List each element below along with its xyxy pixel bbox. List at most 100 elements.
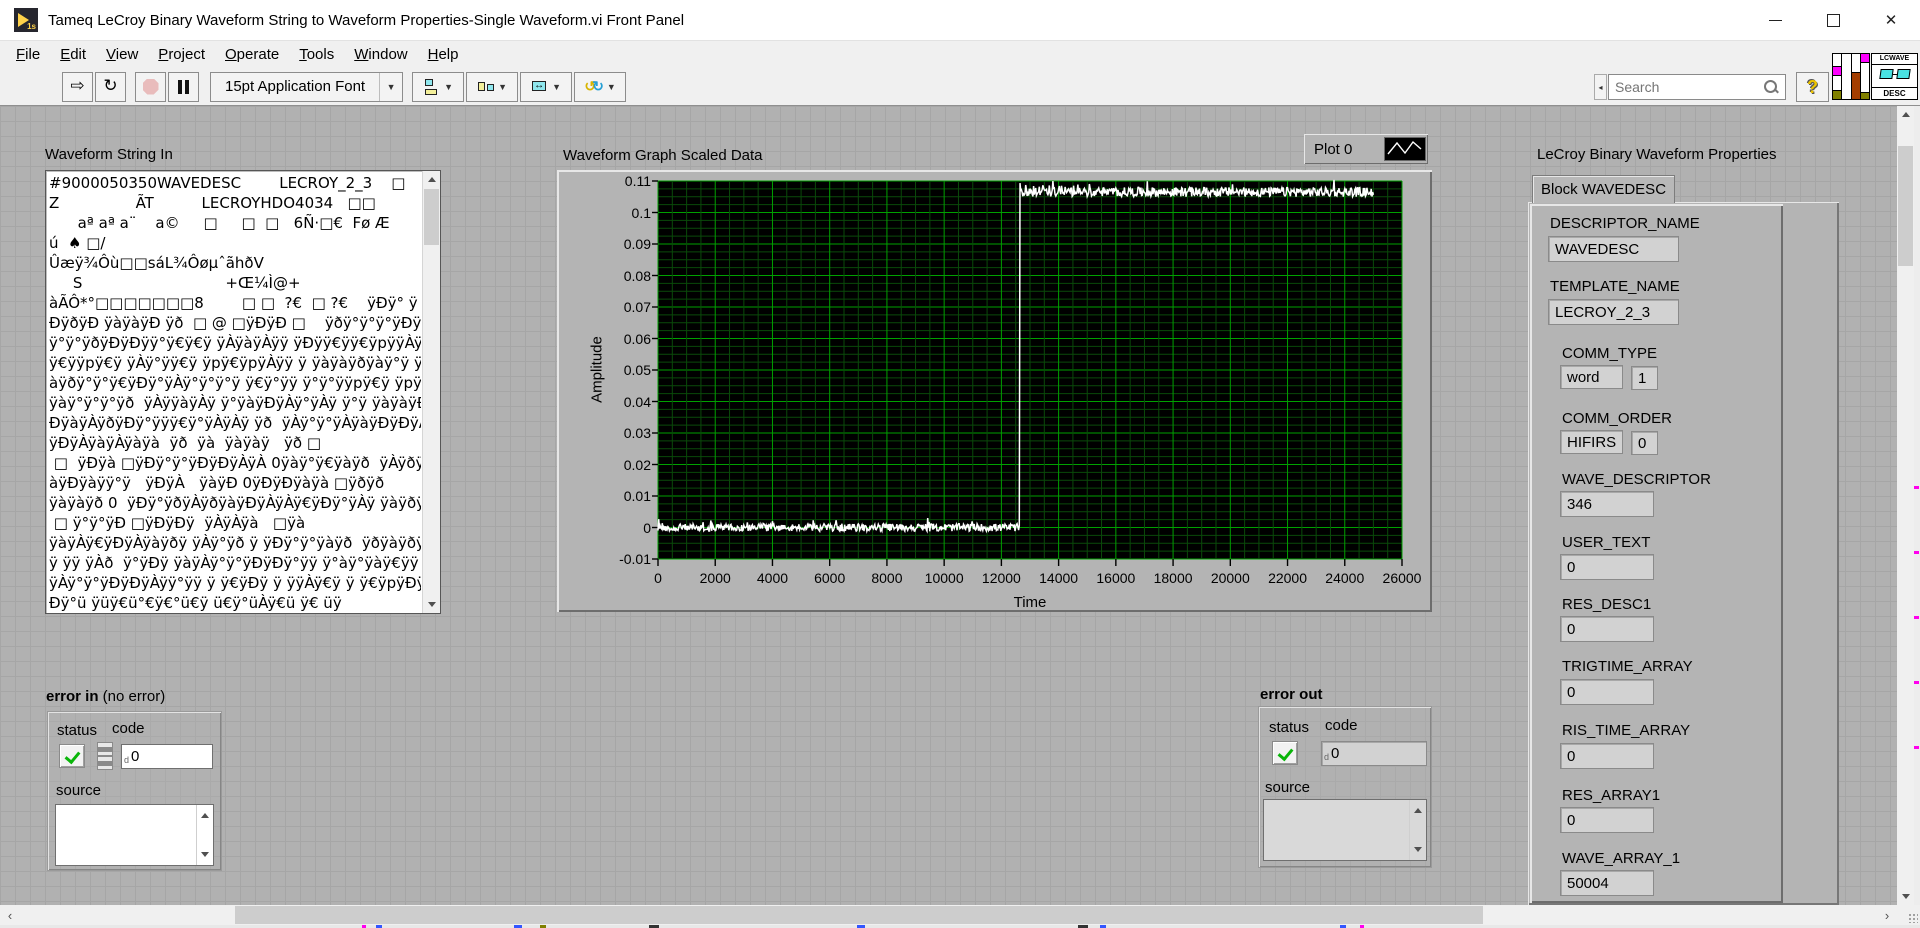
scroll-up-icon[interactable]: [1410, 802, 1426, 819]
property-label-user_text: USER_TEXT: [1562, 534, 1650, 551]
run-icon: ⇨: [70, 78, 84, 95]
property-label-res_array1: RES_ARRAY1: [1562, 787, 1660, 804]
resize-grip[interactable]: [1908, 913, 1918, 923]
y-tick-label: 0.03: [591, 425, 651, 441]
menu-window[interactable]: Window: [344, 43, 417, 66]
minimize-button[interactable]: [1746, 0, 1804, 40]
menu-tools[interactable]: Tools: [289, 43, 344, 66]
error-out-status-indicator: [1272, 741, 1298, 765]
abort-button[interactable]: [135, 72, 166, 102]
property-label-wave_array_1: WAVE_ARRAY_1: [1562, 850, 1680, 867]
y-tick-label: 0.08: [591, 268, 651, 284]
waveform-string-control[interactable]: #9000050350WAVEDESC LECROY_2_3 □ □Z ÃT L…: [45, 170, 441, 614]
scroll-down-icon[interactable]: [1897, 888, 1914, 905]
horizontal-scrollbar[interactable]: ‹ ›: [0, 905, 1897, 925]
properties-title: LeCroy Binary Waveform Properties: [1537, 146, 1777, 163]
glasses-icon: [1880, 69, 1910, 79]
front-panel-workspace: Waveform String In #9000050350WAVEDESC L…: [0, 106, 1897, 905]
resize-objects-icon: ↔: [531, 78, 549, 96]
scroll-down-icon[interactable]: [1410, 841, 1426, 858]
scroll-down-icon[interactable]: [423, 596, 440, 613]
run-continuously-button[interactable]: ↻: [95, 72, 126, 102]
status-label: status: [1269, 719, 1309, 736]
menu-help[interactable]: Help: [418, 43, 469, 66]
property-field-comm_type-numeric: 1: [1631, 366, 1658, 390]
distribute-objects-button[interactable]: ▼: [466, 72, 518, 102]
menu-operate[interactable]: Operate: [215, 43, 289, 66]
property-field-comm_order: HIFIRS: [1560, 430, 1623, 454]
scroll-up-icon[interactable]: [197, 807, 213, 824]
plot-legend[interactable]: Plot 0: [1304, 134, 1428, 164]
window-corner: [1897, 905, 1920, 925]
chevron-down-icon: ▼: [379, 73, 402, 101]
font-selector-value: 15pt Application Font: [211, 78, 379, 95]
y-tick-label: 0.01: [591, 488, 651, 504]
y-tick-label: 0.09: [591, 236, 651, 252]
error-in-code-field[interactable]: d 0: [121, 744, 213, 769]
property-field-user_text: 0: [1560, 554, 1654, 580]
vertical-scrollbar-thumb[interactable]: [1898, 146, 1913, 266]
reorder-button[interactable]: ↺↻▼: [574, 72, 626, 102]
x-tick-label: 26000: [1367, 570, 1437, 586]
vertical-scrollbar[interactable]: [1897, 106, 1914, 905]
error-in-status-button[interactable]: [59, 744, 85, 768]
check-icon: [65, 748, 81, 765]
scroll-right-icon[interactable]: ›: [1877, 905, 1897, 925]
font-selector[interactable]: 15pt Application Font ▼: [210, 72, 403, 102]
radix-indicator: d: [1324, 752, 1329, 765]
property-field-ris_time_array: 0: [1560, 743, 1654, 769]
property-field-wave_descriptor: 346: [1560, 491, 1654, 517]
vi-connector-pane-icon[interactable]: [1832, 53, 1870, 100]
radix-indicator: d: [124, 755, 129, 768]
run-button[interactable]: ⇨: [62, 72, 93, 102]
y-tick-label: -0.01: [591, 551, 651, 567]
menu-project[interactable]: Project: [148, 43, 215, 66]
minimize-icon: [1769, 20, 1782, 21]
source-label: source: [56, 782, 101, 799]
menu-edit[interactable]: Edit: [50, 43, 96, 66]
labview-vi-icon: 1s: [14, 8, 38, 32]
pause-button[interactable]: [168, 72, 199, 102]
maximize-button[interactable]: [1804, 0, 1862, 40]
context-help-button[interactable]: ?: [1796, 72, 1829, 102]
waveform-graph[interactable]: Amplitude Time 0.110.10.090.080.070.060.…: [557, 170, 1432, 612]
property-field-res_desc1: 0: [1560, 616, 1654, 642]
search-input[interactable]: [1609, 79, 1763, 95]
string-scrollbar[interactable]: [422, 171, 440, 613]
menu-view[interactable]: View: [96, 43, 148, 66]
search-box[interactable]: [1608, 74, 1786, 100]
close-button[interactable]: ✕: [1862, 0, 1920, 40]
resize-objects-button[interactable]: ↔ ▼: [520, 72, 572, 102]
status-label: status: [57, 722, 97, 739]
vi-icon-text-bottom: DESC: [1872, 87, 1917, 99]
tab-block-wavedesc[interactable]: Block WAVEDESC: [1532, 175, 1675, 203]
vi-icon-lcwave-desc[interactable]: LCWAVE DESC: [1871, 53, 1918, 100]
source-scrollbar[interactable]: [196, 805, 213, 865]
y-tick-label: 0.02: [591, 457, 651, 473]
error-in-source-field[interactable]: [55, 804, 214, 866]
background-window-edge: [1914, 106, 1920, 905]
decrement-icon[interactable]: [97, 756, 113, 770]
distribute-objects-icon: [477, 78, 495, 96]
property-label-descriptor_name: DESCRIPTOR_NAME: [1550, 215, 1700, 232]
property-field-descriptor_name: WAVEDESC: [1548, 236, 1679, 262]
code-label: code: [1325, 717, 1358, 734]
align-objects-button[interactable]: ▼: [412, 72, 464, 102]
graph-plot-area[interactable]: [557, 170, 1432, 612]
vi-icon-text-top: LCWAVE: [1872, 54, 1917, 65]
run-continuously-icon: ↻: [103, 78, 117, 95]
labview-front-panel-window: 1s Tameq LeCroy Binary Waveform String t…: [0, 0, 1920, 928]
scroll-up-icon[interactable]: [423, 171, 440, 188]
search-expander-button[interactable]: ◂: [1594, 74, 1607, 100]
source-scrollbar[interactable]: [1409, 800, 1426, 860]
scroll-down-icon[interactable]: [197, 846, 213, 863]
y-tick-label: 0: [591, 520, 651, 536]
scroll-left-icon[interactable]: ‹: [0, 905, 20, 925]
scroll-up-icon[interactable]: [1897, 106, 1914, 123]
y-tick-label: 0.1: [591, 205, 651, 221]
horizontal-scrollbar-thumb[interactable]: [235, 906, 1483, 924]
waveform-string-content[interactable]: #9000050350WAVEDESC LECROY_2_3 □ □Z ÃT L…: [49, 173, 421, 611]
menu-file[interactable]: File: [6, 43, 50, 66]
increment-icon[interactable]: [97, 742, 113, 756]
error-in-code-spinner[interactable]: [97, 742, 113, 770]
